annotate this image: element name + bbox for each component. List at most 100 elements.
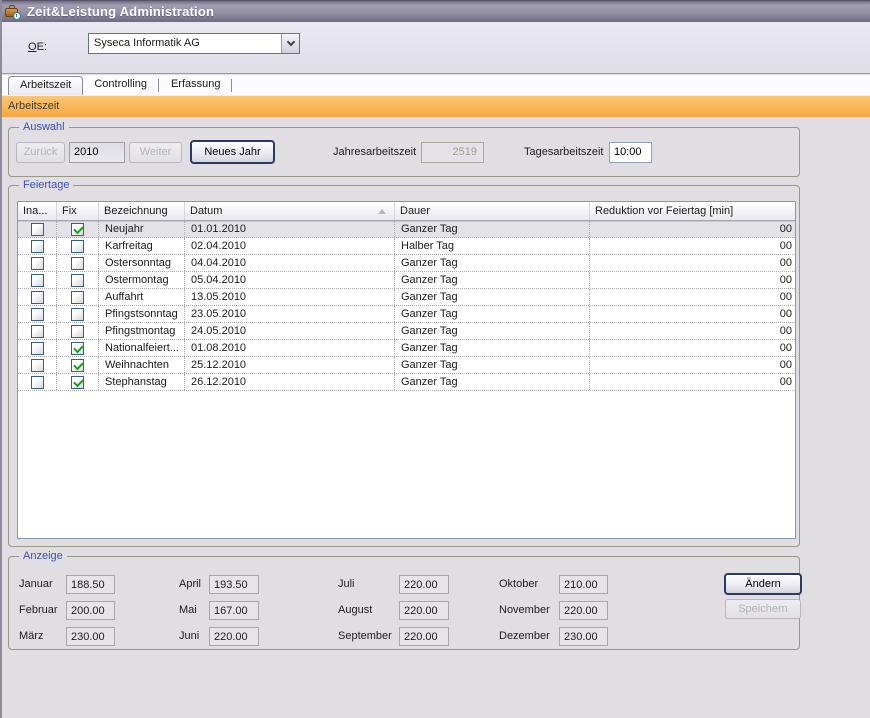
month-value-field: 220.00 (399, 627, 449, 646)
clock-icon (13, 12, 21, 20)
tab-erfassung[interactable]: Erfassung (160, 76, 232, 95)
inactive-checkbox[interactable] (31, 240, 44, 253)
col-header-reduktion[interactable]: Reduktion vor Feiertag [min] (590, 202, 796, 220)
table-row[interactable]: Nationalfeiert... 01.08.2010 Ganzer Tag … (18, 340, 795, 357)
holiday-reduction: 00 (590, 374, 796, 390)
month-value-field: 220.00 (399, 575, 449, 594)
oe-combobox-dropdown-button[interactable] (281, 34, 299, 53)
holiday-name: Stephanstag (99, 374, 185, 390)
holiday-name: Ostersonntag (99, 255, 185, 271)
holiday-duration: Ganzer Tag (395, 272, 590, 288)
holiday-duration: Ganzer Tag (395, 255, 590, 271)
fix-checkbox[interactable] (71, 240, 84, 253)
holiday-reduction: 00 (590, 289, 796, 305)
month-value-field: 220.00 (209, 627, 259, 646)
table-row[interactable]: Auffahrt 13.05.2010 Ganzer Tag 00 (18, 289, 795, 306)
inactive-checkbox[interactable] (31, 308, 44, 321)
holiday-date: 24.05.2010 (185, 323, 395, 339)
tab-arbeitszeit[interactable]: Arbeitszeit (8, 76, 83, 95)
save-button: Speichern (725, 599, 801, 619)
month-value-field: 193.50 (209, 575, 259, 594)
fix-checkbox[interactable] (71, 359, 84, 372)
col-header-datum[interactable]: Datum (185, 202, 395, 220)
month-value-field: 200.00 (66, 601, 115, 620)
month-label: September (338, 630, 392, 642)
holiday-duration: Ganzer Tag (395, 289, 590, 305)
auswahl-group: Auswahl Zurück 2010 Weiter Neues Jahr Ja… (8, 127, 800, 177)
holiday-date: 04.04.2010 (185, 255, 395, 271)
window-title: Zeit&Leistung Administration (27, 4, 214, 19)
holiday-duration: Ganzer Tag (395, 323, 590, 339)
col-header-bezeichnung[interactable]: Bezeichnung (99, 202, 185, 220)
holiday-reduction: 00 (590, 255, 796, 271)
month-label: Januar (19, 578, 53, 590)
table-row[interactable]: Stephanstag 26.12.2010 Ganzer Tag 00 (18, 374, 795, 391)
tab-controlling[interactable]: Controlling (83, 76, 158, 95)
month-value-field: 230.00 (559, 627, 608, 646)
holiday-date: 02.04.2010 (185, 238, 395, 254)
table-row[interactable]: Ostermontag 05.04.2010 Ganzer Tag 00 (18, 272, 795, 289)
section-header: Arbeitszeit (0, 95, 870, 117)
holiday-reduction: 00 (590, 238, 796, 254)
next-button: Weiter (129, 142, 182, 163)
window-left-edge (0, 0, 2, 718)
holidays-table: Ina... Fix Bezeichnung Datum Dauer Reduk… (17, 201, 796, 539)
holiday-date: 25.12.2010 (185, 357, 395, 373)
holiday-name: Weihnachten (99, 357, 185, 373)
daily-worktime-input[interactable]: 10:00 (609, 142, 652, 163)
new-year-button[interactable]: Neues Jahr (190, 140, 275, 164)
fix-checkbox[interactable] (71, 325, 84, 338)
col-header-inactive[interactable]: Ina... (18, 202, 57, 220)
table-row[interactable]: Weihnachten 25.12.2010 Ganzer Tag 00 (18, 357, 795, 374)
fix-checkbox[interactable] (71, 342, 84, 355)
holiday-duration: Ganzer Tag (395, 306, 590, 322)
col-header-dauer[interactable]: Dauer (395, 202, 590, 220)
holiday-reduction: 00 (590, 306, 796, 322)
sort-asc-icon (378, 209, 386, 214)
oe-combobox[interactable]: Syseca Informatik AG (88, 33, 300, 54)
holiday-name: Ostermontag (99, 272, 185, 288)
table-row[interactable]: Ostersonntag 04.04.2010 Ganzer Tag 00 (18, 255, 795, 272)
fix-checkbox[interactable] (71, 291, 84, 304)
holiday-name: Neujahr (99, 221, 185, 237)
inactive-checkbox[interactable] (31, 291, 44, 304)
month-label: März (19, 630, 43, 642)
app-window: Zeit&Leistung Administration OE: Syseca … (0, 0, 870, 718)
month-label: August (338, 604, 372, 616)
month-value-field: 220.00 (399, 601, 449, 620)
holiday-duration: Ganzer Tag (395, 340, 590, 356)
change-button[interactable]: Ändern (724, 573, 802, 595)
app-icon (5, 4, 21, 20)
inactive-checkbox[interactable] (31, 325, 44, 338)
table-row[interactable]: Karfreitag 02.04.2010 Halber Tag 00 (18, 238, 795, 255)
table-row[interactable]: Pfingstmontag 24.05.2010 Ganzer Tag 00 (18, 323, 795, 340)
back-button: Zurück (16, 142, 65, 163)
month-label: Oktober (499, 578, 538, 590)
col-header-fix[interactable]: Fix (57, 202, 99, 220)
fix-checkbox[interactable] (71, 274, 84, 287)
holiday-duration: Halber Tag (395, 238, 590, 254)
inactive-checkbox[interactable] (31, 342, 44, 355)
inactive-checkbox[interactable] (31, 376, 44, 389)
inactive-checkbox[interactable] (31, 359, 44, 372)
inactive-checkbox[interactable] (31, 274, 44, 287)
anzeige-group-title: Anzeige (19, 550, 67, 562)
month-label: November (499, 604, 550, 616)
auswahl-group-title: Auswahl (19, 121, 69, 133)
holiday-duration: Ganzer Tag (395, 374, 590, 390)
fix-checkbox[interactable] (71, 376, 84, 389)
month-label: Juni (179, 630, 199, 642)
inactive-checkbox[interactable] (31, 223, 44, 236)
holiday-duration: Ganzer Tag (395, 221, 590, 237)
fix-checkbox[interactable] (71, 223, 84, 236)
inactive-checkbox[interactable] (31, 257, 44, 270)
year-input[interactable]: 2010 (69, 142, 125, 163)
feiertage-group: Feiertage Ina... Fix Bezeichnung Datum D… (8, 185, 800, 547)
table-row[interactable]: Neujahr 01.01.2010 Ganzer Tag 00 (18, 221, 795, 238)
holiday-duration: Ganzer Tag (395, 357, 590, 373)
fix-checkbox[interactable] (71, 308, 84, 321)
month-label: Februar (19, 604, 58, 616)
table-row[interactable]: Pfingstsonntag 23.05.2010 Ganzer Tag 00 (18, 306, 795, 323)
fix-checkbox[interactable] (71, 257, 84, 270)
holiday-reduction: 00 (590, 272, 796, 288)
